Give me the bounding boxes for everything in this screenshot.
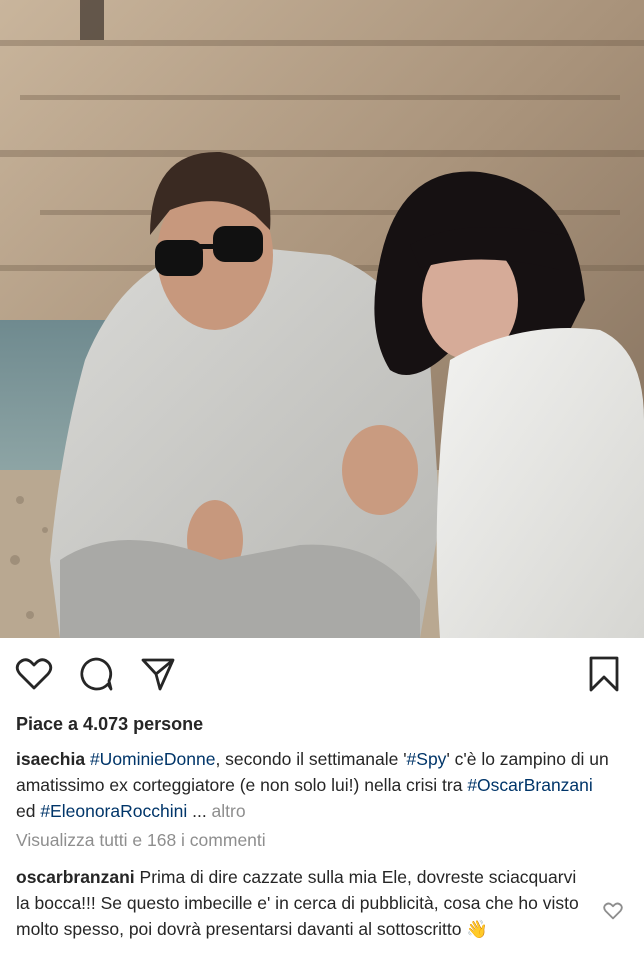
comment-bubble-icon bbox=[78, 656, 114, 697]
post-caption: isaechia #UominieDonne, secondo il setti… bbox=[16, 746, 616, 824]
post-photo[interactable] bbox=[0, 0, 644, 638]
share-button[interactable] bbox=[138, 656, 178, 696]
caption-text-8: ... bbox=[187, 801, 212, 821]
hashtag-spy[interactable]: #Spy bbox=[407, 749, 447, 769]
action-bar bbox=[0, 638, 644, 714]
hashtag-eleonorarocchini[interactable]: #EleonoraRocchini bbox=[40, 801, 187, 821]
paper-plane-icon bbox=[140, 656, 176, 697]
comment-like-button[interactable] bbox=[600, 900, 626, 926]
heart-icon bbox=[15, 657, 53, 696]
save-button[interactable] bbox=[584, 656, 624, 696]
caption-text-6: ed bbox=[16, 801, 41, 821]
bookmark-icon bbox=[588, 655, 620, 698]
comment-button[interactable] bbox=[76, 656, 116, 696]
small-heart-icon bbox=[603, 902, 623, 925]
hashtag-uominiedonne[interactable]: #UominieDonne bbox=[90, 749, 216, 769]
like-button[interactable] bbox=[14, 656, 54, 696]
comment-username[interactable]: oscarbranzani bbox=[16, 867, 135, 887]
comment-item: oscarbranzani Prima di dire cazzate sull… bbox=[16, 864, 586, 942]
more-link[interactable]: altro bbox=[212, 801, 246, 821]
caption-text-2: , secondo il settimanale ' bbox=[215, 749, 407, 769]
view-all-comments-link[interactable]: Visualizza tutti e 168 i commenti bbox=[16, 830, 266, 851]
caption-username[interactable]: isaechia bbox=[16, 749, 85, 769]
hashtag-oscarbranzani[interactable]: #OscarBranzani bbox=[467, 775, 592, 795]
like-count[interactable]: Piace a 4.073 persone bbox=[16, 714, 203, 735]
post-image bbox=[0, 0, 644, 638]
